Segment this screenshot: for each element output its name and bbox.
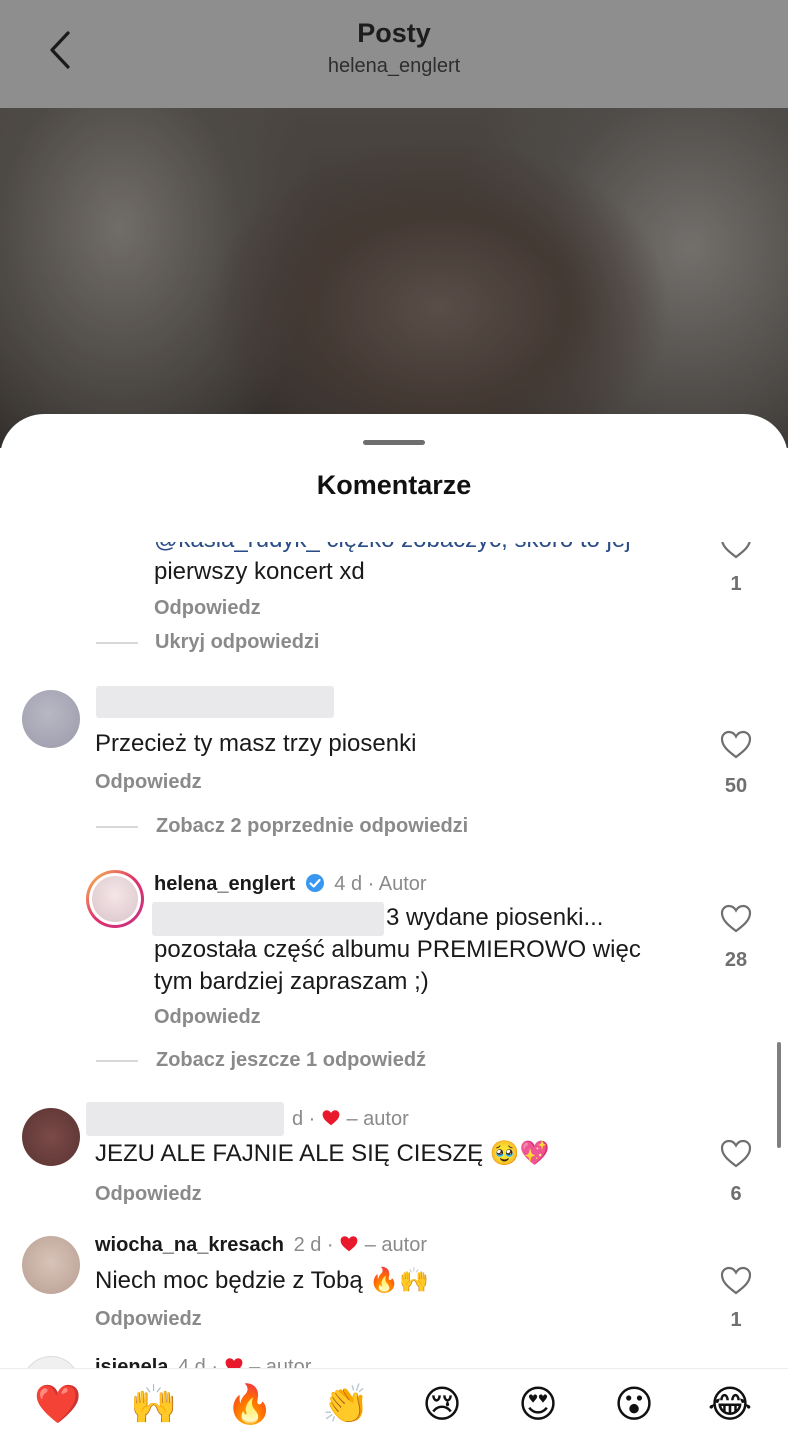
emoji-clapping[interactable]: 👏 [316,1386,376,1424]
heart-icon[interactable] [720,542,752,560]
username[interactable]: isienela [95,1356,168,1368]
scrollbar[interactable] [777,1042,781,1148]
thread-line [96,1060,138,1062]
like-count: 6 [730,1183,742,1205]
comment-time: 4 d · [177,1356,218,1368]
heart-filled-icon [340,1236,358,1252]
comment-meta: helena_englert 4 d · Autor [154,873,427,896]
heart-icon[interactable] [720,730,752,760]
comment-text: 3 wydane piosenki... [386,904,604,931]
sheet-grabber[interactable] [363,440,425,445]
username-redacted [86,1102,284,1136]
comment-text: Przecież ty masz trzy piosenki [95,730,417,757]
comment-text: Niech moc będzie z Tobą 🔥🙌 [95,1267,430,1294]
avatar[interactable] [22,1108,80,1166]
comment-time: d · [292,1108,316,1130]
like-count: 1 [730,1309,742,1331]
thread-line [96,826,138,828]
like-count: 28 [724,949,748,971]
comment-text: JEZU ALE FAJNIE ALE SIĘ CIESZĘ 🥹💖 [95,1140,550,1167]
page-subtitle[interactable]: helena_englert [0,55,788,78]
author-tag: – autor [346,1108,409,1130]
reply-button[interactable]: Odpowiedz [95,771,202,794]
sheet-title: Komentarze [316,470,472,500]
heart-filled-icon [322,1110,340,1126]
top-header: Posty helena_englert [0,0,788,108]
reply-button[interactable]: Odpowiedz [154,597,261,620]
reply-button[interactable]: Odpowiedz [154,1006,261,1029]
emoji-heart[interactable]: ❤️ [28,1386,88,1424]
emoji-reaction-bar: ❤️ 🙌 🔥 👏 😢 😍 😮 😂 [0,1368,788,1440]
emoji-laughing[interactable]: 😂 [700,1386,760,1424]
comment-meta: wiocha_na_kresach 2 d · – autor [95,1234,427,1257]
avatar[interactable] [86,870,144,928]
hide-replies-link[interactable]: Ukryj odpowiedzi [155,631,319,654]
author-tag: – autor [249,1356,312,1368]
heart-filled-icon [225,1358,242,1368]
comment-meta: d · – autor [292,1108,409,1131]
reply-button[interactable]: Odpowiedz [95,1308,202,1331]
emoji-fire[interactable]: 🔥 [220,1386,280,1424]
heart-icon[interactable] [720,1266,752,1296]
page-title: Posty [357,18,431,48]
like-count: 1 [730,573,742,595]
view-more-replies-link[interactable]: Zobacz jeszcze 1 odpowiedź [156,1049,426,1072]
emoji-heart-eyes[interactable]: 😍 [508,1386,568,1424]
comment-text: @kasia_rudyk_ ciężko zobaczyć, skoro to … [154,542,631,554]
emoji-raising-hands[interactable]: 🙌 [124,1386,184,1424]
username[interactable]: helena_englert [154,873,295,895]
avatar[interactable] [22,1236,80,1294]
emoji-surprised[interactable]: 😮 [604,1386,664,1424]
author-tag: – autor [364,1234,427,1256]
comment-time: 4 d [334,873,363,895]
like-count: 50 [724,775,748,797]
comments-sheet: Komentarze @kasia_rudyk_ ciężko zobaczyć… [0,414,788,1440]
comments-list[interactable]: @kasia_rudyk_ ciężko zobaczyć, skoro to … [0,542,788,1368]
mention-redacted [152,902,384,936]
verified-badge-icon [305,874,324,892]
comment-meta: isienela 4 d · – autor [95,1356,311,1368]
comment-time: 2 d · [293,1234,334,1256]
heart-icon[interactable] [720,904,752,934]
comment-text: pierwszy koncert xd [154,558,365,585]
avatar[interactable] [22,1356,80,1368]
comment-text: pozostała część albumu PREMIEROWO więc [154,936,641,963]
reply-button[interactable]: Odpowiedz [95,1183,202,1206]
view-previous-replies-link[interactable]: Zobacz 2 poprzednie odpowiedzi [156,815,468,838]
username-redacted [96,686,334,718]
post-photo [0,108,788,448]
comment-text: tym bardziej zapraszam ;) [154,968,429,995]
emoji-crying[interactable]: 😢 [412,1386,472,1424]
heart-icon[interactable] [720,1139,752,1169]
username[interactable]: wiocha_na_kresach [95,1234,284,1256]
thread-line [96,642,138,644]
avatar[interactable] [22,690,80,748]
author-tag: · Autor [367,873,427,895]
